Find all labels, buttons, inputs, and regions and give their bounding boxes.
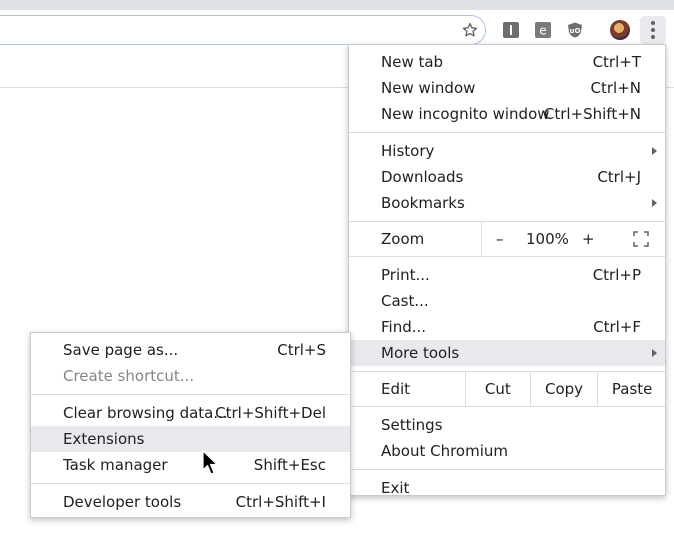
menu-item-new-tab[interactable]: New tab Ctrl+T bbox=[349, 49, 665, 75]
zoom-in-button[interactable]: + bbox=[582, 222, 595, 256]
instapaper-icon[interactable] bbox=[503, 22, 519, 38]
menu-item-label: Bookmarks bbox=[381, 194, 465, 212]
menu-item-label: New window bbox=[381, 79, 476, 97]
menu-item-find[interactable]: Find... Ctrl+F bbox=[349, 314, 665, 340]
menu-separator bbox=[349, 132, 665, 133]
menu-item-label: History bbox=[381, 142, 435, 160]
menu-shortcut: Ctrl+Shift+Del bbox=[215, 404, 326, 422]
menu-item-more-tools[interactable]: More tools bbox=[349, 340, 665, 366]
menu-item-label: Settings bbox=[381, 416, 443, 434]
menu-item-label: Downloads bbox=[381, 168, 464, 186]
fullscreen-icon[interactable] bbox=[633, 231, 649, 247]
menu-item-label: Developer tools bbox=[63, 493, 182, 511]
menu-item-label: Print... bbox=[381, 266, 430, 284]
edit-label: Edit bbox=[381, 380, 411, 398]
menu-item-label: About Chromium bbox=[381, 442, 509, 460]
three-dots-icon[interactable] bbox=[640, 16, 666, 44]
menu-shortcut: Ctrl+J bbox=[597, 168, 641, 186]
menu-item-history[interactable]: History bbox=[349, 138, 665, 164]
app-menu: New tab Ctrl+T New window Ctrl+N New inc… bbox=[348, 44, 666, 497]
menu-item-label: More tools bbox=[381, 344, 460, 362]
menu-separator bbox=[349, 256, 665, 257]
menu-item-label: Cast... bbox=[381, 292, 429, 310]
svg-text:uO: uO bbox=[570, 27, 581, 35]
menu-item-save-page[interactable]: Save page as... Ctrl+S bbox=[31, 337, 350, 363]
menu-item-new-incognito[interactable]: New incognito window Ctrl+Shift+N bbox=[349, 101, 665, 127]
menu-item-label: New incognito window bbox=[381, 105, 550, 123]
menu-item-label: Find... bbox=[381, 318, 427, 336]
menu-row-edit: Edit Cut Copy Paste bbox=[349, 372, 665, 406]
zoom-out-button[interactable]: – bbox=[496, 222, 504, 256]
menu-item-label: Exit bbox=[381, 479, 410, 497]
menu-shortcut: Ctrl+N bbox=[590, 79, 641, 97]
menu-shortcut: Ctrl+P bbox=[592, 266, 641, 284]
menu-separator bbox=[31, 483, 350, 484]
cut-button[interactable]: Cut bbox=[465, 372, 530, 406]
menu-separator bbox=[349, 406, 665, 407]
menu-item-label: Save page as... bbox=[63, 341, 179, 359]
more-tools-submenu: Save page as... Ctrl+S Create shortcut..… bbox=[30, 332, 351, 518]
evernote-icon[interactable]: e bbox=[535, 22, 551, 38]
menu-shortcut: Ctrl+T bbox=[592, 53, 641, 71]
menu-item-label: Clear browsing data... bbox=[63, 404, 228, 422]
menu-item-extensions[interactable]: Extensions bbox=[31, 426, 350, 452]
menu-shortcut: Shift+Esc bbox=[253, 456, 326, 474]
svg-text:e: e bbox=[539, 24, 546, 38]
submenu-arrow-icon bbox=[652, 147, 657, 155]
menu-separator bbox=[31, 394, 350, 395]
menu-shortcut: Ctrl+F bbox=[593, 318, 641, 336]
star-icon[interactable] bbox=[461, 21, 479, 39]
menu-item-exit[interactable]: Exit bbox=[349, 475, 665, 501]
menu-item-clear-browsing-data[interactable]: Clear browsing data... Ctrl+Shift+Del bbox=[31, 400, 350, 426]
menu-shortcut: Ctrl+Shift+N bbox=[543, 105, 641, 123]
submenu-arrow-icon bbox=[652, 199, 657, 207]
address-bar[interactable] bbox=[0, 15, 486, 45]
menu-item-cast[interactable]: Cast... bbox=[349, 288, 665, 314]
menu-item-print[interactable]: Print... Ctrl+P bbox=[349, 262, 665, 288]
menu-item-label: Create shortcut... bbox=[63, 367, 195, 385]
menu-item-bookmarks[interactable]: Bookmarks bbox=[349, 190, 665, 216]
menu-shortcut: Ctrl+S bbox=[277, 341, 326, 359]
menu-item-create-shortcut: Create shortcut... bbox=[31, 363, 350, 389]
menu-shortcut: Ctrl+Shift+I bbox=[235, 493, 326, 511]
profile-avatar[interactable] bbox=[610, 20, 630, 40]
paste-button[interactable]: Paste bbox=[597, 372, 666, 406]
tab-strip bbox=[0, 0, 674, 10]
copy-button[interactable]: Copy bbox=[529, 372, 598, 406]
ublock-icon[interactable]: uO bbox=[567, 22, 583, 38]
edit-buttons: Cut Copy Paste bbox=[465, 372, 666, 406]
submenu-arrow-icon bbox=[652, 349, 657, 357]
menu-separator bbox=[349, 469, 665, 470]
menu-row-zoom: Zoom – 100% + bbox=[349, 222, 665, 256]
menu-item-label: Extensions bbox=[63, 430, 145, 448]
menu-item-label: Task manager bbox=[63, 456, 168, 474]
zoom-label: Zoom bbox=[381, 230, 425, 248]
menu-item-label: New tab bbox=[381, 53, 444, 71]
mouse-cursor-icon bbox=[202, 450, 218, 475]
zoom-controls: – 100% + bbox=[481, 222, 667, 256]
menu-item-downloads[interactable]: Downloads Ctrl+J bbox=[349, 164, 665, 190]
menu-item-task-manager[interactable]: Task manager Shift+Esc bbox=[31, 452, 350, 478]
menu-item-developer-tools[interactable]: Developer tools Ctrl+Shift+I bbox=[31, 489, 350, 515]
zoom-level: 100% bbox=[526, 230, 569, 248]
menu-item-settings[interactable]: Settings bbox=[349, 412, 665, 438]
menu-item-new-window[interactable]: New window Ctrl+N bbox=[349, 75, 665, 101]
menu-item-about[interactable]: About Chromium bbox=[349, 438, 665, 464]
